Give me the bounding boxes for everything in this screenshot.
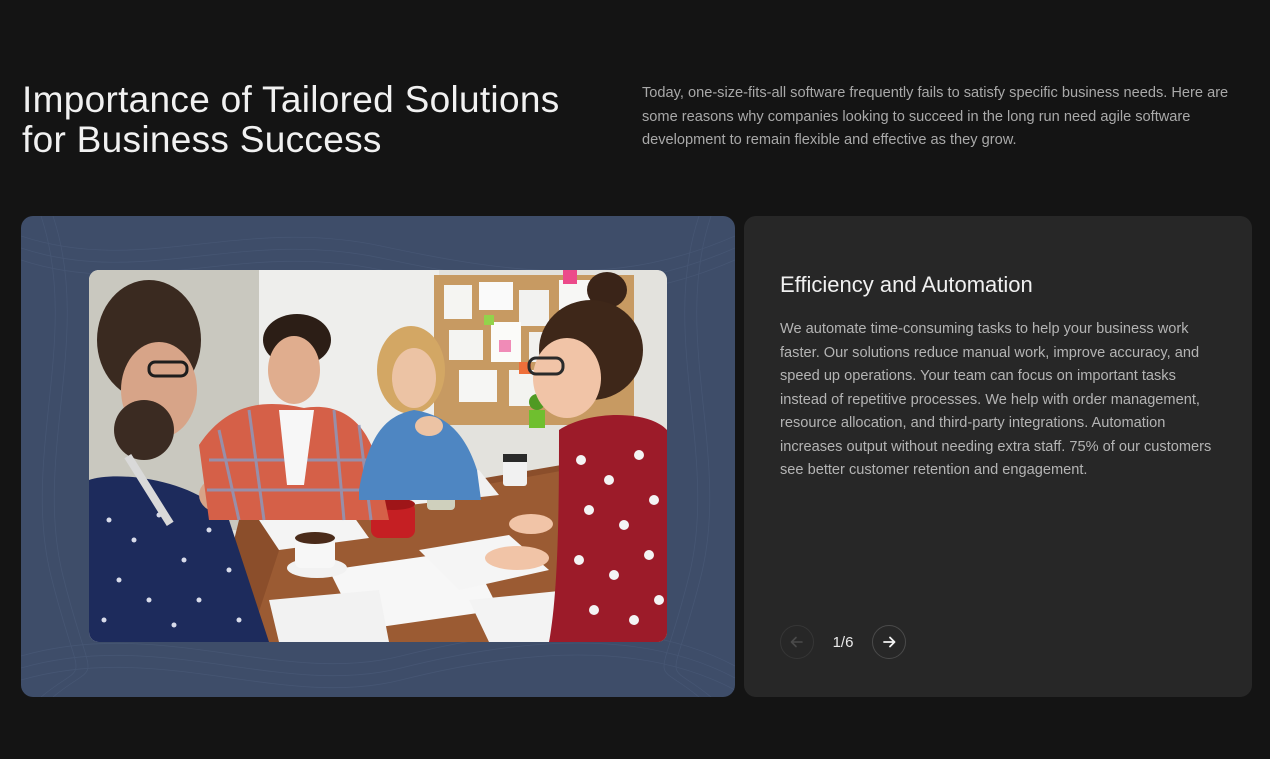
slide-text-card: Efficiency and Automation We automate ti…	[744, 216, 1252, 697]
slide-counter: 1/6	[832, 633, 854, 651]
arrow-right-icon	[883, 636, 896, 648]
page: Importance of Tailored Solutions for Bus…	[0, 0, 1270, 759]
section-title: Importance of Tailored Solutions for Bus…	[22, 80, 612, 160]
section-title-line1: Importance of Tailored Solutions	[22, 79, 560, 120]
slide-pager: 1/6	[780, 624, 906, 660]
next-slide-button[interactable]	[872, 625, 906, 659]
team-meeting-illustration	[89, 270, 667, 642]
slide-title: Efficiency and Automation	[780, 272, 1033, 297]
team-meeting-photo	[89, 270, 667, 642]
slide-image-card	[21, 216, 735, 697]
arrow-left-icon	[790, 636, 803, 648]
slide-body: We automate time-consuming tasks to help…	[780, 321, 1212, 478]
section-title-line2: for Business Success	[22, 119, 382, 160]
section-intro: Today, one-size-fits-all software freque…	[642, 85, 1229, 148]
previous-slide-button[interactable]	[780, 625, 814, 659]
